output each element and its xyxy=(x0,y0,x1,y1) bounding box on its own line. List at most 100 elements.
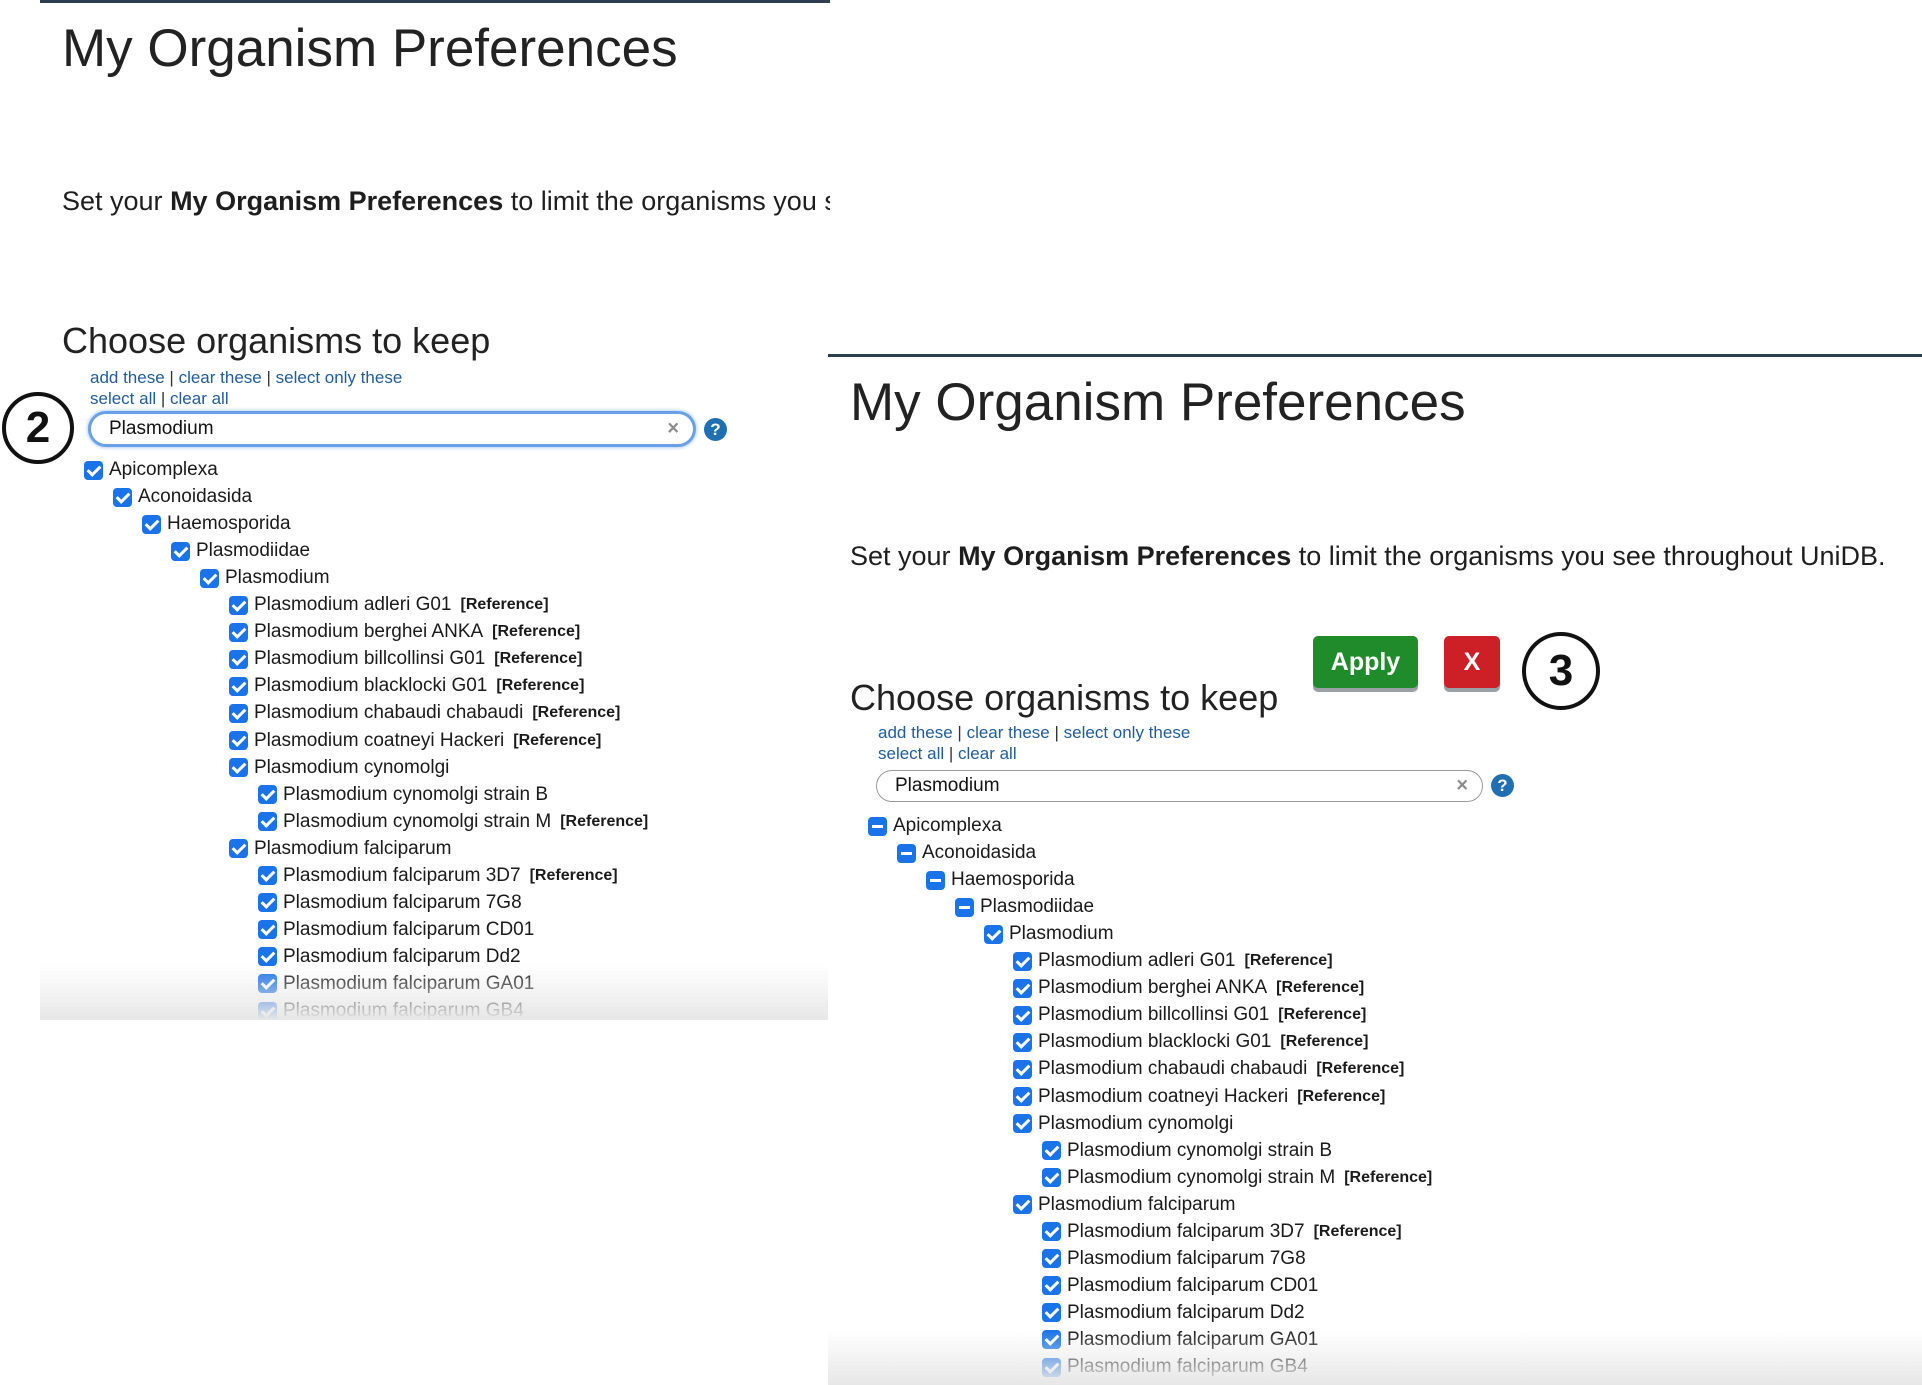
checked-checkbox[interactable] xyxy=(1013,951,1032,971)
tree-node-label: Plasmodium adleri G01 xyxy=(1038,950,1236,972)
checked-checkbox[interactable] xyxy=(229,676,248,696)
clear-search-icon[interactable]: × xyxy=(667,418,679,441)
checked-checkbox[interactable] xyxy=(229,758,248,778)
tree-node-label: Aconoidasida xyxy=(138,486,253,508)
organism-search-input[interactable] xyxy=(109,414,591,444)
tree-node-label: Plasmodium falciparum 3D7 xyxy=(1067,1220,1305,1242)
checked-checkbox[interactable] xyxy=(1013,1195,1032,1215)
checked-checkbox[interactable] xyxy=(1042,1168,1061,1188)
checked-checkbox[interactable] xyxy=(229,731,248,750)
add-these-link[interactable]: add these xyxy=(878,723,953,742)
checked-checkbox[interactable] xyxy=(84,460,103,480)
checked-checkbox[interactable] xyxy=(113,487,132,507)
tree-node: Plasmodium xyxy=(200,565,330,591)
tree-node: Plasmodium falciparum CD01 xyxy=(258,917,534,943)
checked-checkbox[interactable] xyxy=(200,568,219,588)
add-these-link[interactable]: add these xyxy=(90,368,165,387)
tree-node: Plasmodium cynomolgi xyxy=(229,755,449,781)
checked-checkbox[interactable] xyxy=(984,924,1003,944)
scroll-fade xyxy=(828,1330,1922,1385)
checked-checkbox[interactable] xyxy=(1042,1141,1061,1161)
checked-checkbox[interactable] xyxy=(1013,978,1032,998)
checked-checkbox[interactable] xyxy=(1013,1114,1032,1134)
help-icon[interactable]: ? xyxy=(704,418,727,441)
tree-node: Plasmodium coatneyi Hackeri [Reference] xyxy=(1013,1084,1385,1110)
tree-node-label: Plasmodium falciparum 7G8 xyxy=(283,891,522,913)
checked-checkbox[interactable] xyxy=(258,785,277,805)
checked-checkbox[interactable] xyxy=(229,649,248,669)
checked-checkbox[interactable] xyxy=(1042,1303,1061,1323)
checked-checkbox[interactable] xyxy=(258,974,277,994)
tree-node: Plasmodium falciparum CD01 xyxy=(1042,1273,1318,1299)
tree-node: Apicomplexa xyxy=(868,813,1002,839)
partial-checkbox[interactable] xyxy=(868,816,887,836)
checked-checkbox[interactable] xyxy=(1042,1330,1061,1350)
checked-checkbox[interactable] xyxy=(258,893,277,913)
tree-node-label: Plasmodium blacklocki G01 xyxy=(254,675,488,697)
tree-node: Plasmodium falciparum 7G8 xyxy=(258,890,522,916)
checked-checkbox[interactable] xyxy=(1042,1276,1061,1296)
select-only-these-link[interactable]: select only these xyxy=(276,368,403,387)
checked-checkbox[interactable] xyxy=(1013,1032,1032,1052)
tree-node-label: Plasmodium berghei ANKA xyxy=(1038,977,1268,999)
clear-these-link[interactable]: clear these xyxy=(967,723,1050,742)
reference-tag: [Reference] xyxy=(1316,1060,1405,1078)
reference-tag: [Reference] xyxy=(1344,1168,1433,1186)
checked-checkbox[interactable] xyxy=(258,866,277,886)
tree-node-label: Plasmodium falciparum GB4 xyxy=(1067,1356,1308,1377)
clear-all-link[interactable]: clear all xyxy=(958,744,1017,763)
checked-checkbox[interactable] xyxy=(1013,1087,1032,1106)
tree-node-label: Plasmodium falciparum 7G8 xyxy=(1067,1247,1306,1269)
tree-node-label: Plasmodium coatneyi Hackeri xyxy=(1038,1085,1289,1107)
checked-checkbox[interactable] xyxy=(142,514,161,534)
tree-node-label: Plasmodium falciparum CD01 xyxy=(1067,1274,1319,1296)
organism-search-input[interactable] xyxy=(895,771,1379,801)
checked-checkbox[interactable] xyxy=(1042,1222,1061,1242)
checked-checkbox[interactable] xyxy=(258,947,277,967)
checked-checkbox[interactable] xyxy=(229,595,248,615)
cancel-button[interactable]: X xyxy=(1444,636,1500,688)
tree-node-label: Plasmodium billcollinsi G01 xyxy=(254,648,486,670)
tree-node-label: Plasmodium cynomolgi strain M xyxy=(283,810,552,832)
checked-checkbox[interactable] xyxy=(1042,1249,1061,1269)
tree-node: Plasmodium falciparum 3D7 [Reference] xyxy=(258,863,618,889)
tree-node: Plasmodium adleri G01 [Reference] xyxy=(229,592,549,618)
checked-checkbox[interactable] xyxy=(258,920,277,940)
tree-node: Plasmodiidae xyxy=(171,538,310,564)
apply-button[interactable]: Apply xyxy=(1313,636,1418,688)
tree-node-label: Plasmodiidae xyxy=(196,540,311,562)
checked-checkbox[interactable] xyxy=(1013,1005,1032,1025)
reference-tag: [Reference] xyxy=(1278,1006,1367,1024)
tree-node: Haemosporida xyxy=(142,511,291,537)
clear-all-link[interactable]: clear all xyxy=(170,389,229,408)
checked-checkbox[interactable] xyxy=(1042,1357,1061,1377)
tree-node: Plasmodium falciparum GA01 xyxy=(1042,1327,1318,1353)
select-all-link[interactable]: select all xyxy=(878,744,944,763)
select-only-these-link[interactable]: select only these xyxy=(1064,723,1191,742)
checked-checkbox[interactable] xyxy=(229,839,248,859)
checked-checkbox[interactable] xyxy=(171,541,190,561)
checked-checkbox[interactable] xyxy=(1013,1059,1032,1079)
checked-checkbox[interactable] xyxy=(229,622,248,642)
select-all-link[interactable]: select all xyxy=(90,389,156,408)
checked-checkbox[interactable] xyxy=(229,703,248,723)
clear-these-link[interactable]: clear these xyxy=(179,368,262,387)
clear-search-icon[interactable]: × xyxy=(1456,775,1468,798)
preferences-panel-before: My Organism Preferences Set your My Orga… xyxy=(40,0,830,1020)
partial-checkbox[interactable] xyxy=(897,843,916,863)
tree-node-label: Plasmodium cynomolgi xyxy=(1038,1112,1234,1134)
reference-tag: [Reference] xyxy=(532,704,621,722)
tree-node-label: Plasmodium adleri G01 xyxy=(254,594,452,616)
help-icon[interactable]: ? xyxy=(1491,774,1514,797)
organism-search-box: × xyxy=(88,411,696,447)
partial-checkbox[interactable] xyxy=(955,897,974,917)
tree-node: Plasmodium berghei ANKA [Reference] xyxy=(229,619,580,645)
tree-node: Plasmodium coatneyi Hackeri [Reference] xyxy=(229,728,601,754)
reference-tag: [Reference] xyxy=(1297,1087,1386,1105)
partial-checkbox[interactable] xyxy=(926,870,945,890)
tree-node: Plasmodium falciparum 3D7 [Reference] xyxy=(1042,1219,1402,1245)
tree-node-label: Plasmodium falciparum GA01 xyxy=(1067,1328,1319,1350)
checked-checkbox[interactable] xyxy=(258,812,277,832)
checked-checkbox[interactable] xyxy=(258,1001,277,1020)
reference-tag: [Reference] xyxy=(496,677,585,695)
